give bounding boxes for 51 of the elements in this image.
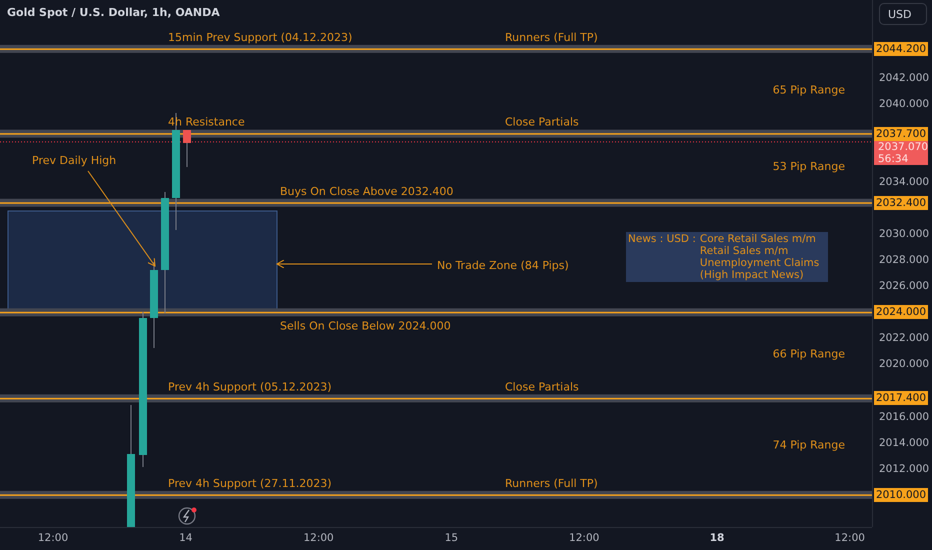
level-label: Close Partials bbox=[505, 380, 579, 394]
range-label: 74 Pip Range bbox=[772, 438, 845, 452]
price-tick: 2022.000 bbox=[879, 331, 930, 346]
price-label: 2010.000 bbox=[874, 488, 928, 502]
news-prefix: News : USD : bbox=[628, 233, 696, 247]
price-tick: 2028.000 bbox=[879, 253, 930, 268]
annotation-label: No Trade Zone (84 Pips) bbox=[437, 259, 569, 272]
annotation-label: Prev Daily High bbox=[32, 154, 116, 167]
price-tick: 2016.000 bbox=[879, 410, 930, 425]
price-tick: 2026.000 bbox=[879, 279, 930, 294]
level-label: Runners (Full TP) bbox=[505, 30, 598, 44]
candle bbox=[183, 130, 191, 168]
countdown: 56:34 bbox=[878, 152, 910, 165]
time-label: 12:00 bbox=[303, 532, 334, 544]
range-label: 66 Pip Range bbox=[772, 347, 845, 360]
current-price: 2037.070 bbox=[878, 140, 928, 153]
time-label: 18 bbox=[710, 532, 724, 544]
price-label: 2032.400 bbox=[874, 196, 928, 210]
level-label: Close Partials bbox=[505, 116, 579, 129]
price-tick: 2034.000 bbox=[879, 174, 930, 190]
price-label: 2044.200 bbox=[874, 42, 928, 56]
news-item: Retail Sales m/m bbox=[700, 245, 790, 257]
level-label: 4h Resistance bbox=[168, 116, 245, 129]
price-tick: 2012.000 bbox=[879, 462, 930, 477]
currency-button[interactable]: USD bbox=[879, 3, 927, 25]
level-label: Buys On Close Above 2032.400 bbox=[280, 184, 454, 198]
time-label: 15 bbox=[444, 532, 458, 544]
price-label: 2037.700 bbox=[874, 126, 928, 141]
lightning-icon[interactable] bbox=[178, 507, 196, 525]
level-label: Sells On Close Below 2024.000 bbox=[280, 319, 451, 332]
price-tick: 2014.000 bbox=[879, 436, 930, 451]
price-tick: 2042.000 bbox=[879, 70, 930, 86]
price-label: 2017.400 bbox=[874, 391, 928, 406]
level-label: Runners (Full TP) bbox=[505, 476, 598, 490]
price-tick: 2040.000 bbox=[879, 96, 930, 112]
news-item: (High Impact News) bbox=[700, 269, 805, 281]
price-tick: 2030.000 bbox=[879, 227, 930, 242]
time-label: 12:00 bbox=[834, 532, 865, 544]
range-label: 53 Pip Range bbox=[772, 160, 845, 174]
news-item: Unemployment Claims bbox=[700, 257, 820, 269]
time-label: 14 bbox=[179, 532, 192, 544]
price-label: 2024.000 bbox=[874, 305, 928, 320]
level-label: Prev 4h Support (05.12.2023) bbox=[168, 380, 332, 394]
price-tick: 2020.000 bbox=[879, 357, 930, 372]
level-label: Prev 4h Support (27.11.2023) bbox=[168, 476, 332, 490]
range-label: 65 Pip Range bbox=[772, 83, 845, 96]
time-label: 12:00 bbox=[38, 532, 68, 544]
news-item: Core Retail Sales m/m bbox=[700, 233, 817, 245]
level-label: 15min Prev Support (04.12.2023) bbox=[168, 30, 352, 44]
time-label: 12:00 bbox=[569, 532, 600, 544]
symbol-title: Gold Spot / U.S. Dollar, 1h, OANDA bbox=[7, 6, 220, 19]
